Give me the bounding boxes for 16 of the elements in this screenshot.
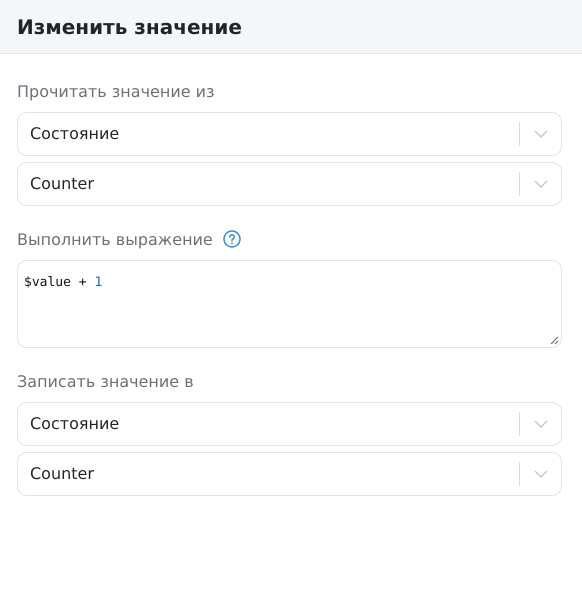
chevron-down-icon xyxy=(534,130,548,138)
section-label: Прочитать значение из xyxy=(17,82,215,101)
panel-title: Изменить значение xyxy=(17,14,242,38)
select-field[interactable]: Состояние xyxy=(17,112,562,156)
resize-handle[interactable] xyxy=(550,336,559,345)
chevron-down-icon xyxy=(534,180,548,188)
select-field[interactable]: Counter xyxy=(17,452,562,496)
code-editor[interactable]: $value + 1 xyxy=(17,260,562,348)
select-field[interactable]: Состояние xyxy=(17,402,562,446)
section-label: Выполнить выражение xyxy=(17,230,213,249)
chevron-down-icon xyxy=(534,470,548,478)
code-line: $value + 1 xyxy=(24,274,102,292)
help-icon[interactable] xyxy=(222,230,241,248)
section-label: Записать значение в xyxy=(17,372,194,391)
chevron-down-icon xyxy=(534,420,548,428)
select-field[interactable]: Counter xyxy=(17,162,562,206)
